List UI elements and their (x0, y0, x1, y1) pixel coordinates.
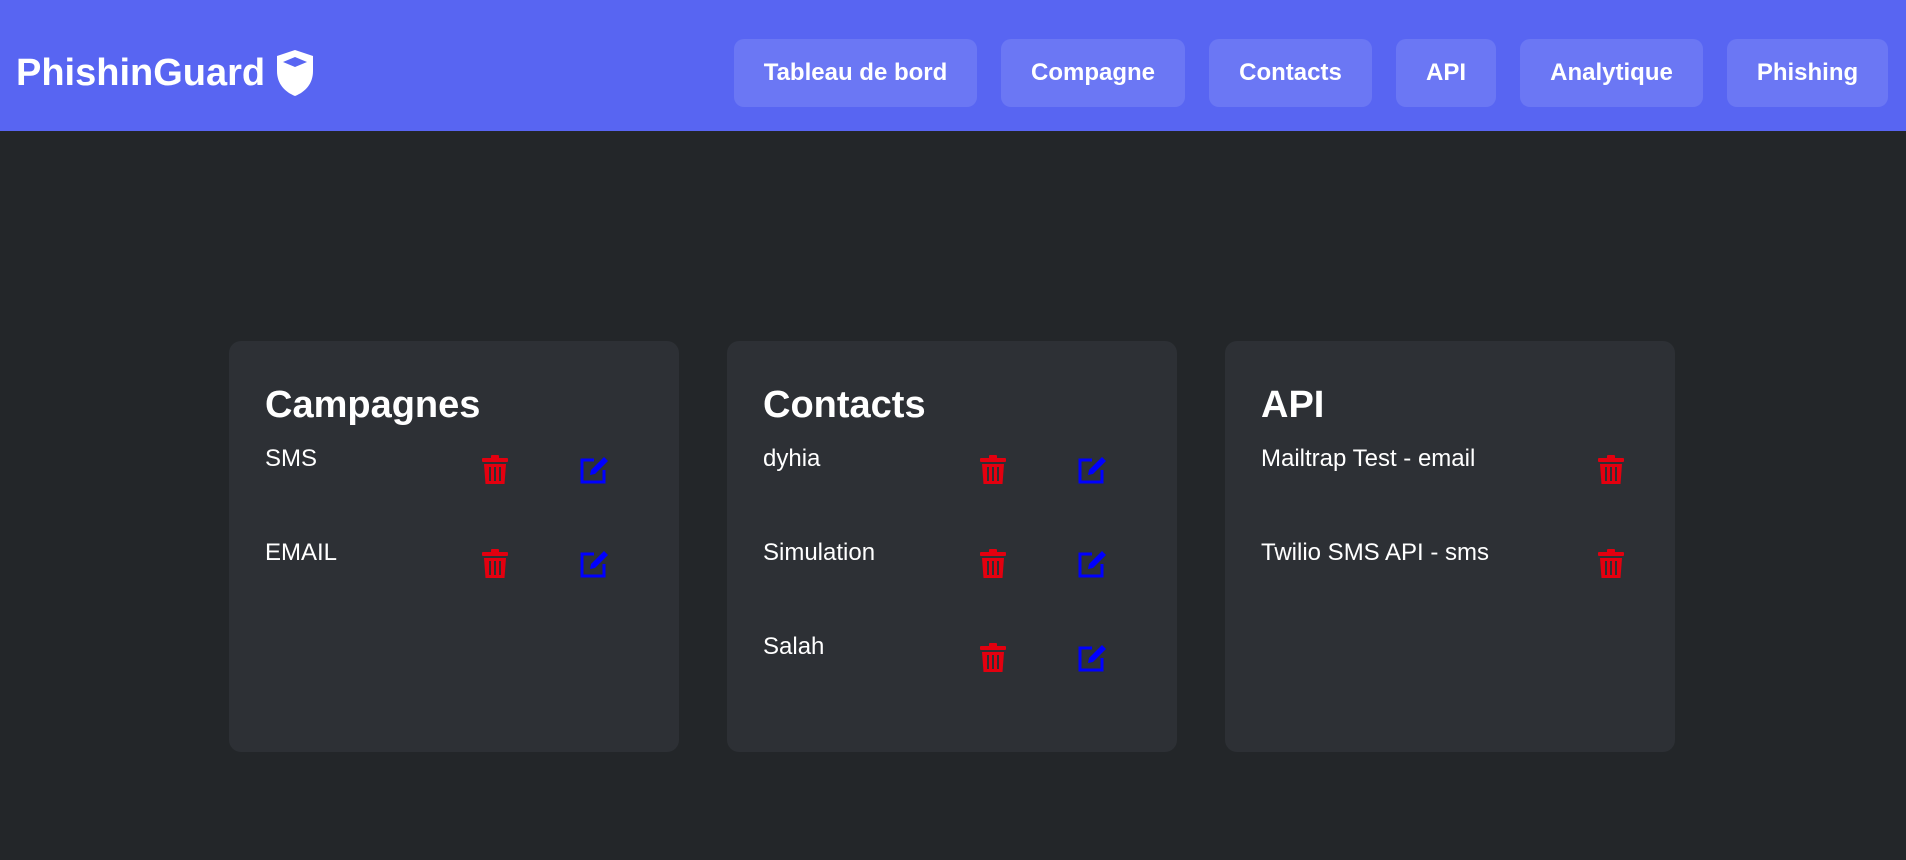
list-item: Twilio SMS API - sms (1261, 537, 1639, 631)
nav-label: API (1425, 59, 1466, 86)
list-item: Mailtrap Test - email (1261, 443, 1639, 537)
item-label: Twilio SMS API - sms (1261, 539, 1490, 566)
shield-icon (275, 49, 315, 97)
nav-label: Phishing (1756, 59, 1859, 86)
item-label: Mailtrap Test - email (1261, 445, 1476, 472)
nav-api[interactable]: API (1396, 39, 1496, 107)
nav-phishing[interactable]: Phishing (1727, 39, 1888, 107)
trash-icon[interactable] (979, 643, 1007, 673)
item-label: dyhia (763, 445, 821, 472)
list-item: Salah (763, 631, 1141, 725)
card-title: Campagnes (265, 384, 481, 426)
item-label: Salah (763, 633, 825, 660)
nav-compagne[interactable]: Compagne (1001, 39, 1185, 107)
list-item: Simulation (763, 537, 1141, 631)
brand-name: PhishinGuard (16, 52, 266, 94)
item-label: SMS (265, 445, 318, 472)
trash-icon[interactable] (979, 455, 1007, 485)
item-label: EMAIL (265, 539, 338, 566)
edit-icon[interactable] (579, 549, 608, 579)
api-card: API Mailtrap Test - email Twilio SMS API… (1225, 341, 1675, 752)
edit-icon[interactable] (1077, 455, 1106, 485)
item-label: Simulation (763, 539, 876, 566)
edit-icon[interactable] (579, 455, 608, 485)
trash-icon[interactable] (1597, 549, 1625, 579)
campagnes-card: Campagnes SMS EMAIL (229, 341, 679, 752)
trash-icon[interactable] (1597, 455, 1625, 485)
nav-label: Tableau de bord (763, 59, 948, 86)
list-item: SMS (265, 443, 643, 537)
trash-icon[interactable] (481, 455, 509, 485)
nav-contacts[interactable]: Contacts (1209, 39, 1372, 107)
list-item: dyhia (763, 443, 1141, 537)
list-item: EMAIL (265, 537, 643, 631)
nav-label: Compagne (1030, 59, 1155, 86)
contacts-card: Contacts dyhia Simulation Salah (727, 341, 1177, 752)
edit-icon[interactable] (1077, 643, 1106, 673)
brand-logo[interactable]: PhishinGuard (16, 49, 315, 97)
edit-icon[interactable] (1077, 549, 1106, 579)
trash-icon[interactable] (979, 549, 1007, 579)
trash-icon[interactable] (481, 549, 509, 579)
card-title: API (1261, 384, 1325, 426)
nav-tableau-de-bord[interactable]: Tableau de bord (734, 39, 977, 107)
nav-label: Analytique (1550, 59, 1673, 86)
card-title: Contacts (763, 384, 926, 426)
nav-analytique[interactable]: Analytique (1520, 39, 1703, 107)
nav-label: Contacts (1239, 59, 1342, 86)
top-navbar: PhishinGuard Tableau de bord Compagne Co… (0, 0, 1906, 131)
